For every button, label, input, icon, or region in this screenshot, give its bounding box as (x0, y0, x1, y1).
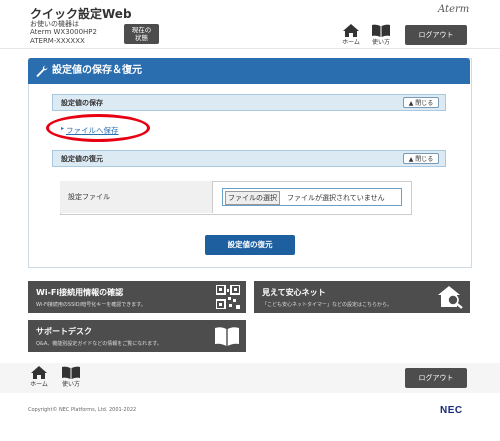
wifi-card-desc: Wi-Fi接続用のSSID/暗号化キーを確認できます。 (36, 302, 146, 308)
restore-button[interactable]: 設定値の復元 (205, 235, 295, 255)
file-input[interactable]: ファイルの選択 ファイルが選択されていません (222, 188, 402, 206)
restore-close-label: 閉じる (415, 156, 434, 163)
footer-home-label: ホーム (30, 381, 48, 388)
wifi-info-card[interactable]: Wi-Fi接続用情報の確認 Wi-Fi接続用のSSID/暗号化キーを確認できます… (28, 281, 246, 313)
home-search-icon (438, 286, 463, 309)
home-label: ホーム (342, 39, 360, 46)
section-title: 設定値の保存＆復元 (52, 65, 142, 76)
header-divider (0, 48, 500, 49)
highlight-oval (46, 114, 150, 142)
wrench-icon (36, 65, 48, 77)
logout-button[interactable]: ログアウト (405, 25, 467, 45)
status-button[interactable]: 現在の 状態 (124, 24, 159, 44)
save-subheader-title: 設定値の保存 (61, 99, 103, 107)
save-close-button[interactable]: ▲ 閉じる (403, 97, 439, 108)
file-label-cell: 設定ファイル (60, 181, 213, 213)
support-card-desc: Q&A、機能別設定ガイドなどの情報をご覧になれます。 (36, 341, 162, 347)
copyright: Copyright© NEC Platforms, Ltd. 2001-2022 (28, 407, 137, 413)
support-desk-card[interactable]: サポートデスク Q&A、機能別設定ガイドなどの情報をご覧になれます。 (28, 320, 246, 352)
wifi-card-title: Wi-Fi接続用情報の確認 (36, 288, 124, 297)
footer-manual-nav[interactable]: 使い方 (58, 366, 84, 388)
book-icon (372, 24, 390, 37)
manual-label: 使い方 (371, 39, 390, 46)
status-button-line1: 現在の (131, 26, 152, 34)
safety-net-card[interactable]: 見えて安心ネット 「こども安心ネットタイマー」などの設定はこちらから。 (254, 281, 470, 313)
open-book-icon (215, 327, 239, 346)
manual-nav[interactable]: 使い方 (368, 24, 394, 46)
file-status: ファイルが選択されていません (287, 194, 385, 202)
device-model: Aterm WX3000HP2 (30, 28, 97, 36)
home-nav[interactable]: ホーム (340, 24, 362, 46)
brand-logo: Aterm (438, 4, 470, 15)
status-button-line2: 状態 (135, 34, 148, 42)
nec-logo: NEC (440, 405, 463, 416)
safety-card-title: 見えて安心ネット (262, 288, 326, 297)
chevron-up-icon: ▲ (408, 156, 414, 163)
section-header: 設定値の保存＆復元 (28, 58, 470, 84)
chevron-up-icon: ▲ (408, 100, 414, 107)
footer-logout-button[interactable]: ログアウト (405, 368, 467, 388)
save-subheader: 設定値の保存 ▲ 閉じる (52, 94, 446, 111)
book-icon (62, 366, 80, 379)
qr-code-icon (216, 285, 240, 309)
choose-file-button[interactable]: ファイルの選択 (225, 191, 280, 205)
footer-home-nav[interactable]: ホーム (28, 366, 50, 388)
restore-close-button[interactable]: ▲ 閉じる (403, 153, 439, 164)
support-card-title: サポートデスク (36, 327, 92, 336)
restore-subheader-title: 設定値の復元 (61, 155, 103, 163)
device-id: ATERM-XXXXXX (30, 37, 85, 45)
footer-manual-label: 使い方 (61, 381, 80, 388)
restore-subheader: 設定値の復元 ▲ 閉じる (52, 150, 446, 167)
file-label: 設定ファイル (68, 193, 110, 201)
save-close-label: 閉じる (415, 100, 434, 107)
home-icon (31, 366, 47, 379)
safety-card-desc: 「こども安心ネットタイマー」などの設定はこちらから。 (262, 302, 393, 308)
home-icon (343, 24, 359, 37)
